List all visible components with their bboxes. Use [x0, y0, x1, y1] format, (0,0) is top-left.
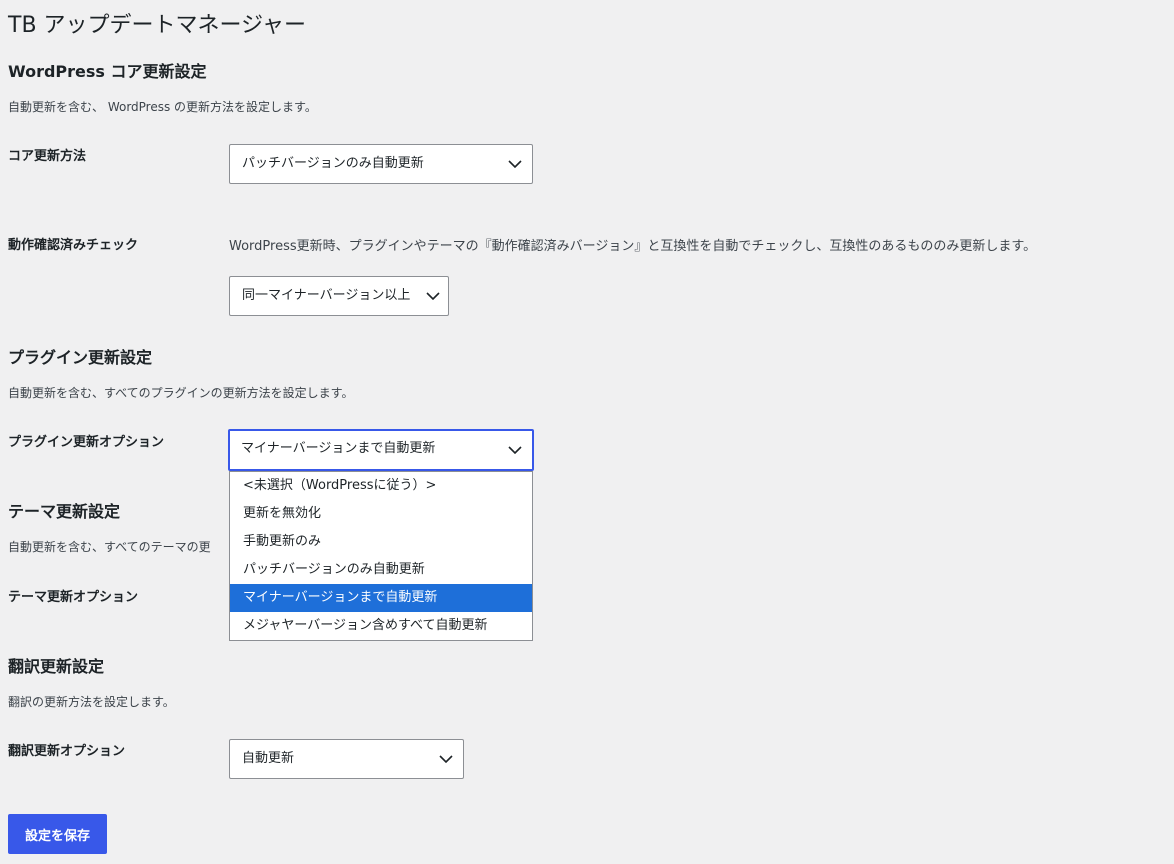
- theme-section-title: テーマ更新設定: [8, 502, 121, 521]
- dropdown-option[interactable]: メジャヤーバージョン含めすべて自動更新: [230, 612, 532, 640]
- plugin-section-title: プラグイン更新設定: [8, 348, 153, 367]
- compat-check-value: 同一マイナーバージョン以上: [242, 288, 411, 303]
- chevron-down-icon: [508, 446, 522, 454]
- plugin-option-value: マイナーバージョンまで自動更新: [241, 441, 436, 456]
- chevron-down-icon: [439, 755, 453, 763]
- save-settings-button[interactable]: 設定を保存: [8, 814, 107, 854]
- plugin-option-label: プラグイン更新オプション: [8, 435, 165, 450]
- chevron-down-icon: [508, 160, 522, 168]
- translation-section-desc: 翻訳の更新方法を設定します。: [8, 695, 175, 709]
- theme-section-desc: 自動更新を含む、すべてのテーマの更: [8, 540, 211, 554]
- core-method-select[interactable]: パッチバージョンのみ自動更新: [229, 144, 533, 184]
- dropdown-option[interactable]: パッチバージョンのみ自動更新: [230, 556, 532, 584]
- core-section-desc: 自動更新を含む、 WordPress の更新方法を設定します。: [8, 100, 317, 114]
- page-title: TB アップデートマネージャー: [8, 13, 306, 38]
- plugin-section-desc: 自動更新を含む、すべてのプラグインの更新方法を設定します。: [8, 386, 354, 400]
- compat-check-desc: WordPress更新時、プラグインやテーマの『動作確認済みバージョン』と互換性…: [229, 239, 1037, 254]
- chevron-down-icon: [426, 292, 440, 300]
- translation-option-select[interactable]: 自動更新: [229, 739, 464, 779]
- dropdown-option[interactable]: 更新を無効化: [230, 500, 532, 528]
- dropdown-option[interactable]: 手動更新のみ: [230, 528, 532, 556]
- compat-check-select[interactable]: 同一マイナーバージョン以上: [229, 276, 449, 316]
- core-method-value: パッチバージョンのみ自動更新: [242, 156, 424, 171]
- translation-option-value: 自動更新: [242, 751, 295, 766]
- dropdown-option[interactable]: <未選択（WordPressに従う）>: [230, 472, 532, 500]
- plugin-option-dropdown: <未選択（WordPressに従う）> 更新を無効化 手動更新のみ パッチバージ…: [229, 471, 533, 641]
- settings-page: TB アップデートマネージャー WordPress コア更新設定 自動更新を含む…: [0, 0, 1174, 864]
- plugin-option-select[interactable]: マイナーバージョンまで自動更新: [228, 429, 534, 471]
- compat-check-label: 動作確認済みチェック: [8, 238, 139, 253]
- core-section-title: WordPress コア更新設定: [8, 62, 207, 81]
- dropdown-option-selected[interactable]: マイナーバージョンまで自動更新: [230, 584, 532, 612]
- translation-section-title: 翻訳更新設定: [8, 657, 105, 676]
- core-method-label: コア更新方法: [8, 149, 87, 164]
- translation-option-label: 翻訳更新オプション: [8, 744, 126, 759]
- theme-option-label: テーマ更新オプション: [8, 590, 139, 605]
